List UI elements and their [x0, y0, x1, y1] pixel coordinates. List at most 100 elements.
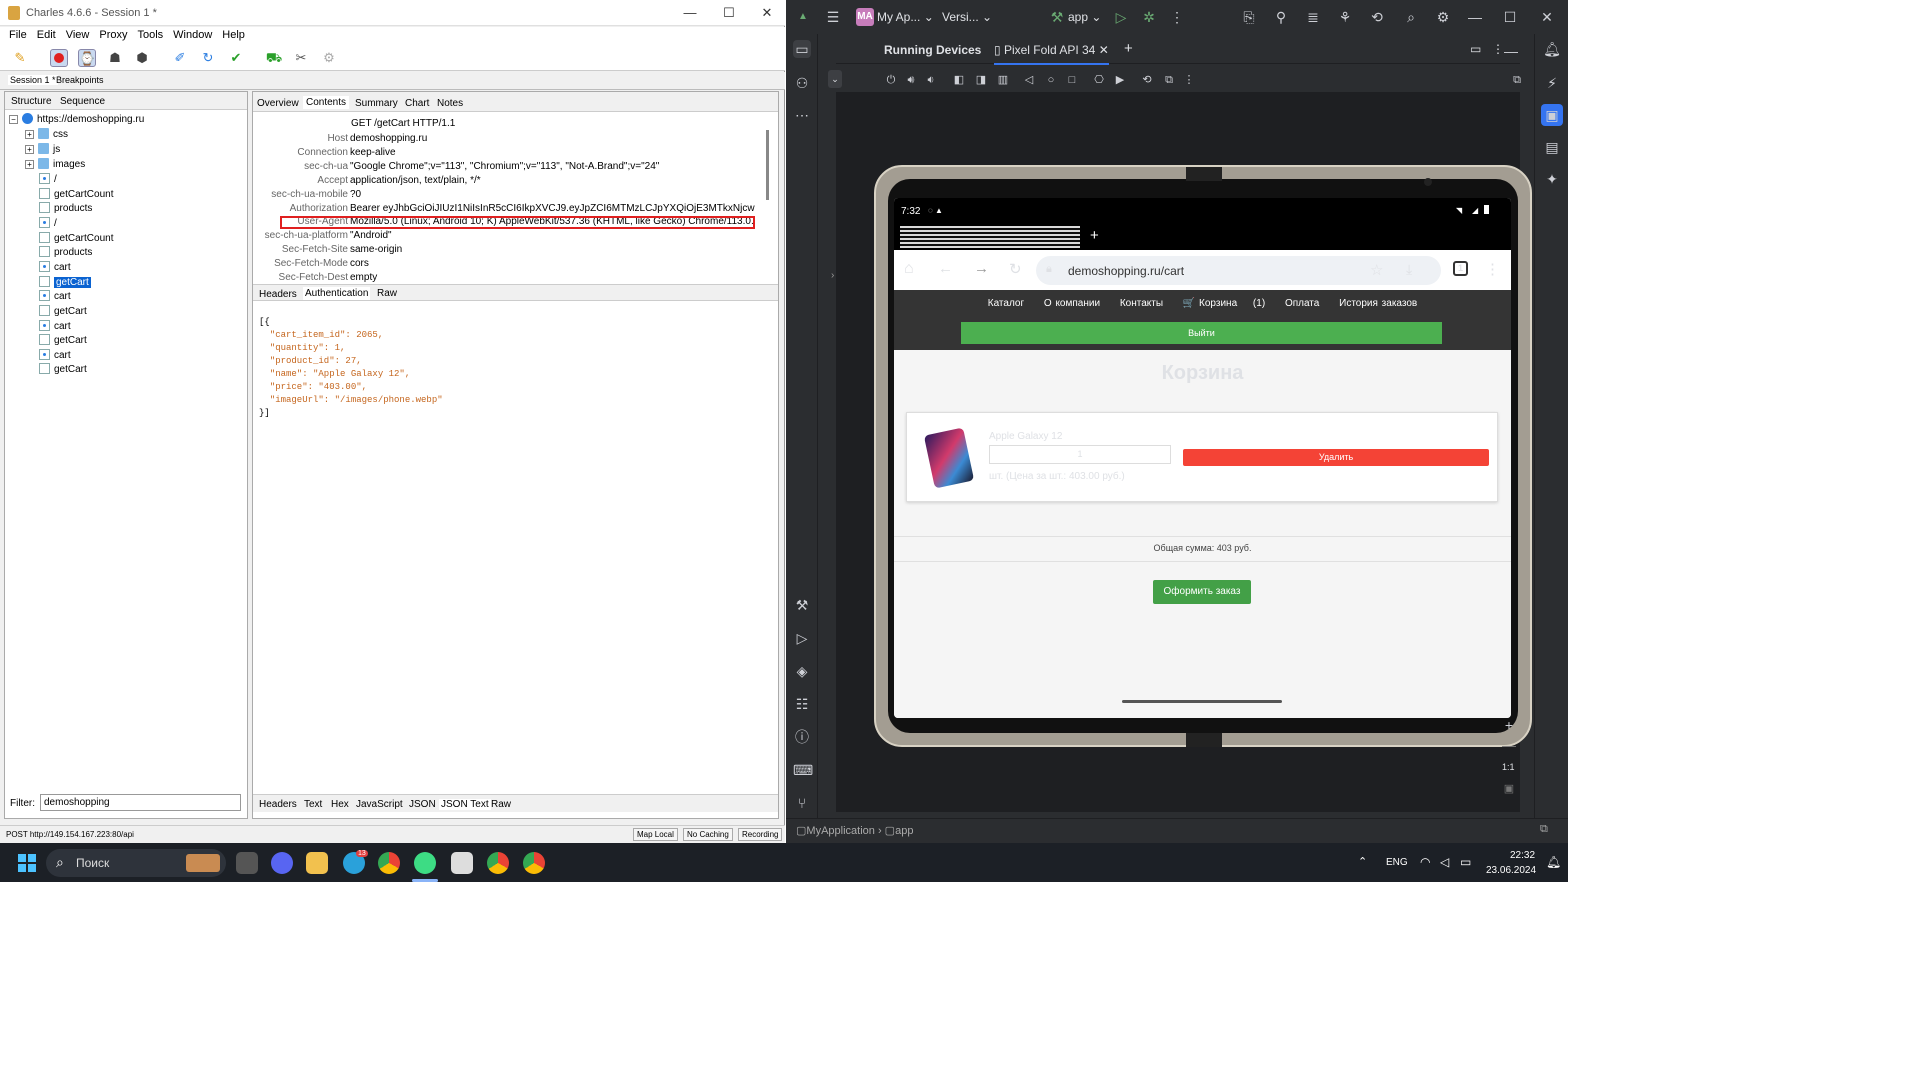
back-arrow-icon[interactable]: ← — [938, 260, 953, 277]
snapshot-icon[interactable]: ⟲ — [1138, 71, 1156, 89]
taskbar-search[interactable]: ⌕ Поиск — [46, 849, 226, 877]
volume-down-icon[interactable]: 🔉︎ — [922, 71, 940, 89]
nav-catalog[interactable]: Каталог — [988, 298, 1024, 309]
minimize-button[interactable]: — — [680, 4, 700, 22]
chrome-profile-2-icon[interactable] — [523, 852, 545, 874]
minimize-panel-icon[interactable]: — — [1502, 42, 1520, 60]
forward-arrow-icon[interactable]: → — [974, 260, 989, 277]
header-row[interactable]: Sec-Fetch-Dest empty — [253, 271, 768, 285]
tree-item[interactable]: cart — [39, 348, 71, 363]
back-icon[interactable]: ◁ — [1020, 71, 1038, 89]
validate-icon[interactable]: ✔ — [227, 49, 245, 67]
nav-about[interactable]: О компании — [1044, 298, 1100, 309]
wifi-icon[interactable]: ◠ — [1420, 855, 1430, 869]
mirror-icon[interactable]: ⧉ — [1160, 71, 1178, 89]
close-button[interactable]: ✕ — [757, 4, 777, 22]
zoom-out-icon[interactable]: — — [1500, 736, 1518, 754]
tab-summary[interactable]: Summary — [355, 98, 398, 109]
tab-pixel-fold[interactable]: ▯ Pixel Fold API 34 ✕ — [994, 43, 1109, 65]
file-explorer-icon[interactable] — [306, 852, 328, 874]
layout-inspector-icon[interactable]: ≣ — [1304, 8, 1322, 26]
logcat-icon[interactable]: ☷ — [793, 695, 811, 713]
subtab-text[interactable]: Text — [304, 799, 322, 810]
overview-icon[interactable]: □ — [1063, 71, 1081, 89]
nav-cart[interactable]: 🛒 Корзина — [1183, 298, 1237, 309]
gesture-bar[interactable] — [1122, 700, 1282, 703]
menu-tools[interactable]: Tools — [132, 27, 168, 43]
tab-sequence[interactable]: Sequence — [60, 96, 105, 107]
tree-item[interactable]: getCart — [39, 304, 87, 319]
chrome-profile-icon[interactable] — [487, 852, 509, 874]
fold-icon[interactable]: ▥ — [994, 71, 1012, 89]
tree-item[interactable]: cart — [39, 290, 71, 304]
record-icon[interactable]: ▶ — [1111, 71, 1129, 89]
settings-icon[interactable]: ⚙ — [320, 49, 338, 67]
git-icon[interactable]: ⑂ — [793, 794, 811, 812]
search-icon[interactable]: ⌕ — [1402, 8, 1420, 26]
status-widget-icon[interactable]: ⧉ — [1540, 823, 1548, 836]
battery-icon[interactable]: ▭ — [1460, 855, 1471, 869]
minimize-button[interactable]: — — [1466, 8, 1484, 26]
charles-icon[interactable] — [451, 852, 473, 874]
header-row[interactable]: Sec-Fetch-Mode cors — [253, 257, 768, 271]
rotate-right-icon[interactable]: ◨ — [972, 71, 990, 89]
rotate-left-icon[interactable]: ◧ — [950, 71, 968, 89]
subtab-headers[interactable]: Headers — [259, 799, 297, 810]
sdk-manager-icon[interactable]: ⚘ — [1336, 8, 1354, 26]
menu-help[interactable]: Help — [217, 27, 250, 43]
tab-count[interactable]: 1 — [1453, 261, 1468, 276]
close-button[interactable]: ✕ — [1538, 8, 1556, 26]
more-icon[interactable]: ⋮ — [1168, 8, 1186, 26]
turtle-icon[interactable]: ☗ — [106, 49, 124, 67]
translate-icon[interactable]: ⚲ — [1272, 8, 1290, 26]
quantity-input[interactable]: 1 — [989, 445, 1171, 464]
vcs-switcher[interactable]: Versi... ⌄ — [942, 10, 992, 24]
chevron-up-icon[interactable]: ⌃ — [1358, 855, 1367, 868]
logout-button[interactable]: Выйти — [961, 322, 1442, 344]
menu-proxy[interactable]: Proxy — [94, 27, 132, 43]
discord-icon[interactable] — [271, 852, 293, 874]
header-row[interactable]: Authorization Bearer eyJhbGciOiJIUzI1NiIs… — [253, 202, 768, 216]
tree-item[interactable]: cart — [39, 260, 71, 275]
notifications-icon[interactable]: 🔔︎ — [1543, 40, 1561, 58]
menu-view[interactable]: View — [61, 27, 95, 43]
tree-item[interactable]: / — [39, 216, 57, 231]
power-icon[interactable]: ⏻ — [882, 71, 900, 89]
map-local-button[interactable]: Map Local — [633, 828, 678, 841]
tree-item[interactable]: products — [39, 246, 92, 260]
more-icon[interactable]: ⋮ — [1180, 71, 1198, 89]
tab-overview[interactable]: Overview — [257, 98, 299, 109]
overflow-menu-icon[interactable]: ⋮ — [1485, 260, 1500, 278]
tab-session-1[interactable]: Session 1 * — [8, 75, 58, 85]
tree-item[interactable]: products — [39, 202, 92, 216]
android-studio-icon[interactable] — [414, 852, 436, 874]
debug-icon[interactable]: ✲ — [1140, 8, 1158, 26]
build-icon[interactable]: ⚒ — [793, 596, 811, 614]
sync-icon[interactable]: ⟲ — [1368, 8, 1386, 26]
notification-center-icon[interactable]: 🔔︎ — [1546, 855, 1561, 869]
basket-icon[interactable]: ⛟ — [265, 49, 283, 67]
subtab-javascript[interactable]: JavaScript — [356, 799, 403, 810]
subtab-raw[interactable]: Raw — [377, 288, 397, 299]
subtab-json[interactable]: JSON — [409, 799, 436, 810]
browser-tab[interactable] — [900, 226, 1080, 248]
new-tab-icon[interactable]: + — [1090, 227, 1099, 244]
running-devices-icon[interactable]: ▣ — [1541, 104, 1563, 126]
recording-button[interactable]: Recording — [738, 828, 783, 841]
clock-date[interactable]: 23.06.2024 — [1486, 865, 1536, 876]
layout-icon[interactable]: ▭ — [1470, 42, 1481, 56]
address-bar[interactable]: 🔒︎ demoshopping.ru/cart ☆ ⤓ — [1036, 256, 1441, 285]
subtab-headers[interactable]: Headers — [259, 289, 297, 300]
problems-icon[interactable]: ⓘ — [793, 728, 811, 746]
tree-item[interactable]: getCartCount — [39, 187, 113, 202]
nav-order-history[interactable]: История заказов — [1339, 298, 1417, 309]
header-row[interactable]: Sec-Fetch-Site same-origin — [253, 243, 768, 257]
tab-contents[interactable]: Contents — [303, 96, 350, 109]
checkout-button[interactable]: Оформить заказ — [1153, 580, 1251, 604]
menu-window[interactable]: Window — [168, 27, 217, 43]
add-tab-icon[interactable]: + — [1124, 40, 1133, 57]
header-row[interactable]: sec-ch-ua "Google Chrome";v="113", "Chrom… — [253, 160, 768, 174]
volume-up-icon[interactable]: 🔊︎ — [902, 71, 920, 89]
tree-item[interactable]: getCart — [39, 275, 91, 290]
header-row[interactable]: sec-ch-ua-mobile ?0 — [253, 188, 768, 202]
